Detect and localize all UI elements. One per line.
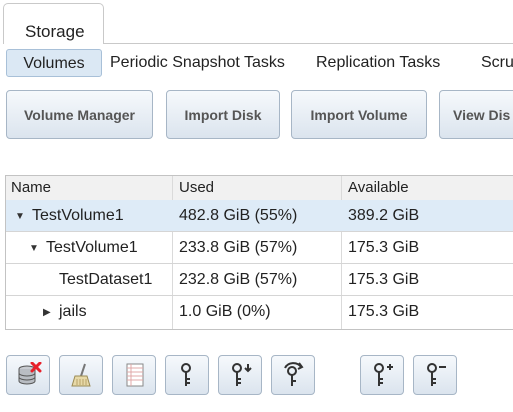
subtab-scrubs[interactable]: Scru [481,49,513,77]
scrub-volume-button[interactable] [59,355,103,395]
import-volume-button[interactable]: Import Volume [291,90,427,139]
row-used: 1.0 GiB (0%) [179,303,271,320]
column-header-available[interactable]: Available [348,179,409,196]
view-disks-button[interactable]: View Dis [439,90,513,139]
row-used: 482.8 GiB (55%) [179,207,298,224]
detach-volume-icon [18,362,42,385]
tab-storage-label: Storage [25,22,85,41]
row-used: 232.8 GiB (57%) [179,271,298,288]
subtab-volumes[interactable]: Volumes [6,49,102,77]
remove-recovery-key-button[interactable] [413,355,457,395]
row-available: 175.3 GiB [348,303,420,320]
table-row[interactable]: ▼ TestVolume1 233.8 GiB (57%) 175.3 GiB [6,232,513,264]
volumes-grid: Name Used Available ▼ TestVolume1 482.8 … [5,175,513,330]
row-available: 389.2 GiB [348,207,420,224]
table-row[interactable]: TestDataset1 232.8 GiB (57%) 175.3 GiB [6,264,513,296]
expand-triangle-icon[interactable]: ▶ [43,297,51,329]
encryption-key-button[interactable] [165,355,209,395]
row-name: TestVolume1 [32,207,124,224]
subtab-periodic-snapshot-tasks[interactable]: Periodic Snapshot Tasks [110,49,285,77]
row-name: TestVolume1 [46,239,138,256]
scrub-broom-icon [71,363,91,387]
key-icon [181,363,191,386]
volume-status-button[interactable] [112,355,156,395]
column-header-name[interactable]: Name [11,179,51,196]
row-available: 175.3 GiB [348,271,420,288]
volume-status-icon [126,363,144,387]
change-passphrase-icon [284,362,304,386]
row-available: 175.3 GiB [348,239,420,256]
row-name: TestDataset1 [59,271,153,288]
collapse-triangle-icon[interactable]: ▼ [29,233,39,265]
column-header-used[interactable]: Used [179,179,214,196]
detach-volume-button[interactable] [6,355,50,395]
add-recovery-key-button[interactable] [360,355,404,395]
table-row[interactable]: ▼ TestVolume1 482.8 GiB (55%) 389.2 GiB [6,200,513,232]
row-name: jails [59,303,87,320]
subtab-replication-tasks[interactable]: Replication Tasks [316,49,440,77]
add-recovery-key-icon [374,363,393,386]
row-used: 233.8 GiB (57%) [179,239,298,256]
download-key-icon [232,363,252,386]
remove-recovery-key-icon [427,363,446,386]
download-key-button[interactable] [218,355,262,395]
collapse-triangle-icon[interactable]: ▼ [15,201,25,233]
table-row[interactable]: ▶ jails 1.0 GiB (0%) 175.3 GiB [6,296,513,328]
grid-header: Name Used Available [6,176,513,201]
volume-manager-button[interactable]: Volume Manager [6,90,153,139]
tab-storage[interactable]: Storage [3,3,104,44]
import-disk-button[interactable]: Import Disk [166,90,280,139]
change-passphrase-button[interactable] [271,355,315,395]
volume-actions-bar [0,352,513,397]
storage-subtabs: Volumes Periodic Snapshot Tasks Replicat… [0,44,513,80]
